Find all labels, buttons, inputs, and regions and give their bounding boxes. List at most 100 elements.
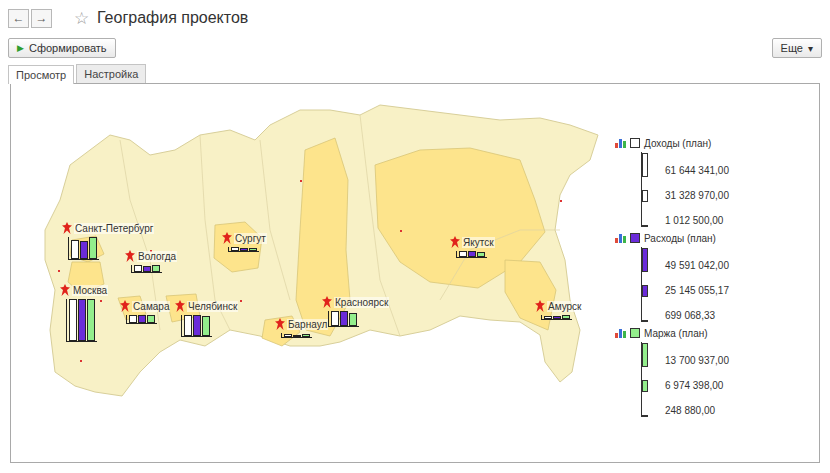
play-icon: ▶ — [17, 43, 24, 53]
city-marker[interactable]: Якутск — [450, 236, 495, 258]
legend-header: Доходы (план) — [615, 134, 819, 152]
tick-label: 25 145 055,17 — [665, 285, 729, 297]
city-name: Вологда — [137, 251, 177, 262]
legend-tick: 25 145 055,17 — [615, 272, 819, 297]
tick-label: 6 974 398,00 — [665, 380, 723, 392]
city-name: Барнаул — [287, 319, 328, 330]
city-head: Якутск — [450, 236, 495, 249]
legend-scale — [641, 202, 651, 227]
legend-bar — [642, 153, 648, 177]
report-frame: Санкт-Петербург Вологда Москва Самара Челяби… — [10, 83, 820, 463]
window-title: География проектов — [97, 9, 248, 27]
bar — [80, 241, 88, 259]
city-name: Сургут — [234, 233, 267, 244]
city-marker[interactable]: Амурск — [535, 300, 582, 320]
city-bar-chart — [281, 333, 312, 338]
russia-map — [11, 84, 611, 460]
city-head: Челябинск — [175, 300, 238, 313]
forward-button[interactable]: → — [31, 9, 52, 28]
legend-series: Расходы (план)49 591 042,0025 145 055,17… — [615, 229, 819, 322]
city-name: Челябинск — [187, 301, 238, 312]
tick-label: 248 880,00 — [665, 405, 715, 417]
city-bar-chart — [126, 315, 157, 324]
map: Санкт-Петербург Вологда Москва Самара Челяби… — [11, 84, 611, 460]
generate-button[interactable]: ▶Сформировать — [8, 38, 116, 58]
map-pin-icon — [120, 300, 130, 313]
legend-scale — [641, 342, 651, 367]
bar — [284, 334, 292, 337]
city-bar-chart — [66, 299, 97, 342]
legend-tick: 31 328 970,00 — [615, 177, 819, 202]
legend-tick: 13 700 937,00 — [615, 342, 819, 367]
bar — [293, 335, 301, 337]
legend-header: Расходы (план) — [615, 229, 819, 247]
map-pin-icon — [275, 318, 285, 331]
city-marker[interactable]: Сургут — [222, 232, 267, 252]
legend-series: Доходы (план)61 644 341,0031 328 970,001… — [615, 134, 819, 227]
city-bar-chart — [68, 237, 99, 260]
bar — [544, 316, 552, 319]
city-bar-chart — [328, 311, 359, 327]
legend-scale — [641, 177, 651, 202]
tick-label: 31 328 970,00 — [665, 190, 729, 202]
city-head: Амурск — [535, 300, 582, 313]
tab[interactable]: Просмотр — [8, 65, 74, 84]
map-pin-icon — [322, 296, 332, 309]
city-marker[interactable]: Самара — [120, 300, 170, 324]
city-head: Сургут — [222, 232, 267, 245]
dropdown-arrow-icon: ▾ — [808, 43, 813, 54]
map-pin-icon — [125, 250, 135, 263]
city-bar-chart — [131, 265, 162, 273]
bar — [240, 248, 248, 251]
city-marker[interactable]: Барнаул — [275, 318, 328, 338]
city-marker[interactable]: Москва — [60, 284, 108, 342]
legend-bar — [642, 225, 648, 227]
bar — [459, 251, 467, 257]
back-button[interactable]: ← — [8, 9, 29, 28]
bar — [138, 315, 146, 323]
city-marker[interactable]: Челябинск — [175, 300, 238, 337]
region-borders — [120, 115, 560, 336]
legend-swatch — [630, 328, 640, 338]
legend-tick: 61 644 341,00 — [615, 152, 819, 177]
tick-label: 61 644 341,00 — [665, 165, 729, 177]
legend-tick: 699 068,33 — [615, 297, 819, 322]
bar — [134, 265, 142, 272]
city-name: Красноярск — [334, 297, 389, 308]
city-marker[interactable]: Красноярск — [322, 296, 389, 327]
highlighted-regions — [68, 138, 556, 346]
map-pin-icon — [60, 284, 70, 297]
legend-scale — [641, 367, 651, 392]
legend-bar — [642, 190, 648, 202]
bar — [349, 313, 357, 326]
city-name: Санкт-Петербург — [74, 223, 154, 234]
tab[interactable]: Настройка — [76, 64, 146, 83]
city-name: Амурск — [547, 301, 582, 312]
bar — [89, 237, 97, 259]
navigation: ←→ — [8, 9, 52, 28]
city-head: Барнаул — [275, 318, 328, 331]
legend-bar — [642, 380, 648, 392]
legend-bar — [642, 415, 648, 417]
legend-header: Маржа (план) — [615, 324, 819, 342]
favorite-star-icon[interactable]: ☆ — [74, 8, 89, 29]
legend-tick: 6 974 398,00 — [615, 367, 819, 392]
legend-bar — [642, 320, 648, 322]
legend-swatch — [630, 233, 640, 243]
legend-series: Маржа (план) 13 700 937,00 6 974 398,00 248… — [615, 324, 819, 417]
bar — [78, 299, 86, 341]
toolbar: ▶Сформировать Еще▾ — [0, 36, 830, 60]
legend-label: Маржа (план) — [644, 328, 708, 339]
city-name: Москва — [72, 285, 108, 296]
title-bar: ←→ ☆ География проектов — [0, 0, 830, 36]
bar — [468, 251, 476, 257]
legend-label: Расходы (план) — [644, 233, 716, 244]
city-marker[interactable]: Вологда — [125, 250, 177, 273]
more-button[interactable]: Еще▾ — [772, 38, 822, 58]
city-bar-chart — [456, 251, 487, 258]
city-head: Самара — [120, 300, 170, 313]
bar — [340, 311, 348, 326]
legend-scale — [641, 272, 651, 297]
chart-icon — [615, 138, 626, 148]
city-bar-chart — [228, 247, 259, 252]
